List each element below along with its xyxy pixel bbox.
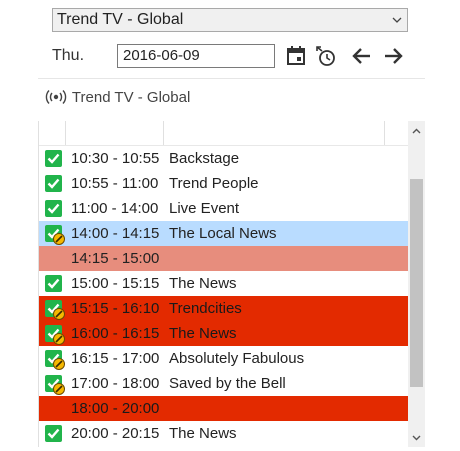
row-time: 15:00 - 15:15 [71, 275, 160, 292]
checkmark-warning-icon [45, 325, 65, 345]
clock-icon[interactable] [314, 44, 338, 68]
row-time: 14:15 - 15:00 [71, 250, 160, 267]
schedule-row[interactable]: 20:00 - 20:15 The News [39, 421, 409, 446]
row-time: 16:15 - 17:00 [71, 350, 160, 367]
row-time: 10:30 - 10:55 [71, 150, 160, 167]
grid-header [39, 121, 409, 146]
checkmark-icon [45, 275, 62, 292]
row-title: Absolutely Fabulous [169, 350, 305, 367]
schedule-row[interactable]: 10:55 - 11:00 Trend People [39, 171, 409, 196]
schedule-row[interactable]: 11:00 - 14:00 Live Event [39, 196, 409, 221]
row-title: The News [169, 275, 237, 292]
row-title: Saved by the Bell [169, 375, 286, 392]
row-time: 16:00 - 16:15 [71, 325, 160, 342]
day-label: Thu. [52, 47, 85, 64]
row-title: The News [169, 325, 237, 342]
schedule-row[interactable]: 18:00 - 20:00 [39, 396, 409, 421]
checkmark-warning-icon [45, 225, 65, 245]
chevron-down-icon [392, 17, 402, 23]
row-time: 17:00 - 18:00 [71, 375, 160, 392]
schedule-row[interactable]: 15:15 - 16:10 Trendcities [39, 296, 409, 321]
checkmark-warning-icon [45, 375, 65, 395]
toolbar-divider [38, 78, 425, 79]
arrow-left-icon[interactable] [350, 44, 374, 68]
row-title: Trendcities [169, 300, 242, 317]
checkmark-warning-icon [45, 350, 65, 370]
arrow-right-icon[interactable] [381, 44, 405, 68]
checkmark-icon [45, 200, 62, 217]
row-title: Live Event [169, 200, 240, 217]
row-title: The Local News [169, 225, 277, 242]
checkmark-icon [45, 425, 62, 442]
checkmark-warning-icon [45, 300, 65, 320]
calendar-icon[interactable] [284, 44, 308, 68]
row-time: 14:00 - 14:15 [71, 225, 160, 242]
row-time: 10:55 - 11:00 [71, 175, 159, 192]
channel-header-label: Trend TV - Global [71, 89, 191, 106]
date-input[interactable]: 2016-06-09 [117, 44, 275, 68]
schedule-row[interactable]: 16:15 - 17:00 Absolutely Fabulous [39, 346, 409, 371]
row-title: Backstage [169, 150, 240, 167]
schedule-row[interactable]: 14:15 - 15:00 [39, 246, 409, 271]
row-title: Trend People [169, 175, 259, 192]
schedule-row[interactable]: 16:00 - 16:15 The News [39, 321, 409, 346]
schedule-row[interactable]: 15:00 - 15:15 The News [39, 271, 409, 296]
scrollbar-thumb[interactable] [410, 179, 423, 387]
checkmark-icon [45, 150, 62, 167]
row-time: 18:00 - 20:00 [71, 400, 160, 417]
schedule-grid: 10:30 - 10:55 Backstage 10:55 - 11:00 Trend… [38, 121, 409, 447]
column-separator [384, 121, 385, 145]
row-title: The News [169, 425, 237, 442]
broadcast-icon [45, 90, 67, 104]
schedule-row[interactable]: 10:30 - 10:55 Backstage [39, 146, 409, 171]
column-separator [65, 121, 66, 145]
row-time: 20:00 - 20:15 [71, 425, 160, 442]
channel-select-value: Trend TV - Global [57, 11, 184, 28]
scroll-up-icon[interactable] [411, 126, 422, 137]
scroll-down-icon[interactable] [411, 432, 422, 443]
checkmark-icon [45, 175, 62, 192]
schedule-row[interactable]: 14:00 - 14:15 The Local News [39, 221, 409, 246]
schedule-row[interactable]: 17:00 - 18:00 Saved by the Bell [39, 371, 409, 396]
channel-header: Trend TV - Global [44, 89, 190, 106]
row-time: 15:15 - 16:10 [71, 300, 160, 317]
vertical-scrollbar[interactable] [408, 121, 425, 447]
column-separator [163, 121, 164, 145]
channel-select[interactable]: Trend TV - Global [52, 8, 408, 32]
row-time: 11:00 - 14:00 [71, 200, 159, 217]
